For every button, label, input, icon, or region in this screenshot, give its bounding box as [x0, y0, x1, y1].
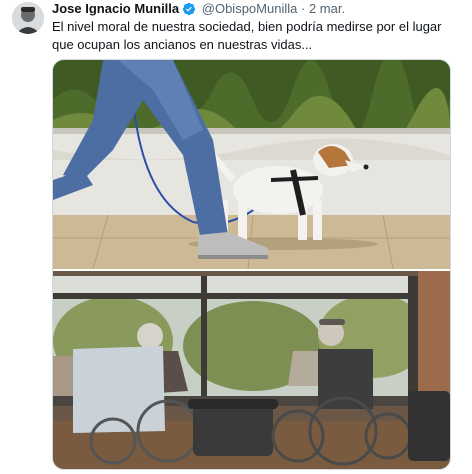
- tweet-media: [52, 59, 451, 470]
- tweet-text: El nivel moral de nuestra sociedad, bien…: [52, 19, 442, 52]
- tweet: Jose Ignacio Munilla @ObispoMunilla · 2 …: [0, 0, 472, 474]
- tweet-header: Jose Ignacio Munilla @ObispoMunilla · 2 …: [52, 1, 345, 17]
- photo-person-walking-dog[interactable]: [53, 60, 450, 269]
- verified-badge-icon: [182, 2, 196, 16]
- author-avatar[interactable]: [12, 2, 44, 34]
- author-name[interactable]: Jose Ignacio Munilla: [52, 1, 179, 16]
- separator-dot: ·: [300, 1, 306, 16]
- author-handle[interactable]: @ObispoMunilla: [202, 1, 298, 16]
- tweet-date[interactable]: 2 mar.: [309, 1, 345, 16]
- photo-elderly-in-wheelchairs[interactable]: [53, 271, 450, 469]
